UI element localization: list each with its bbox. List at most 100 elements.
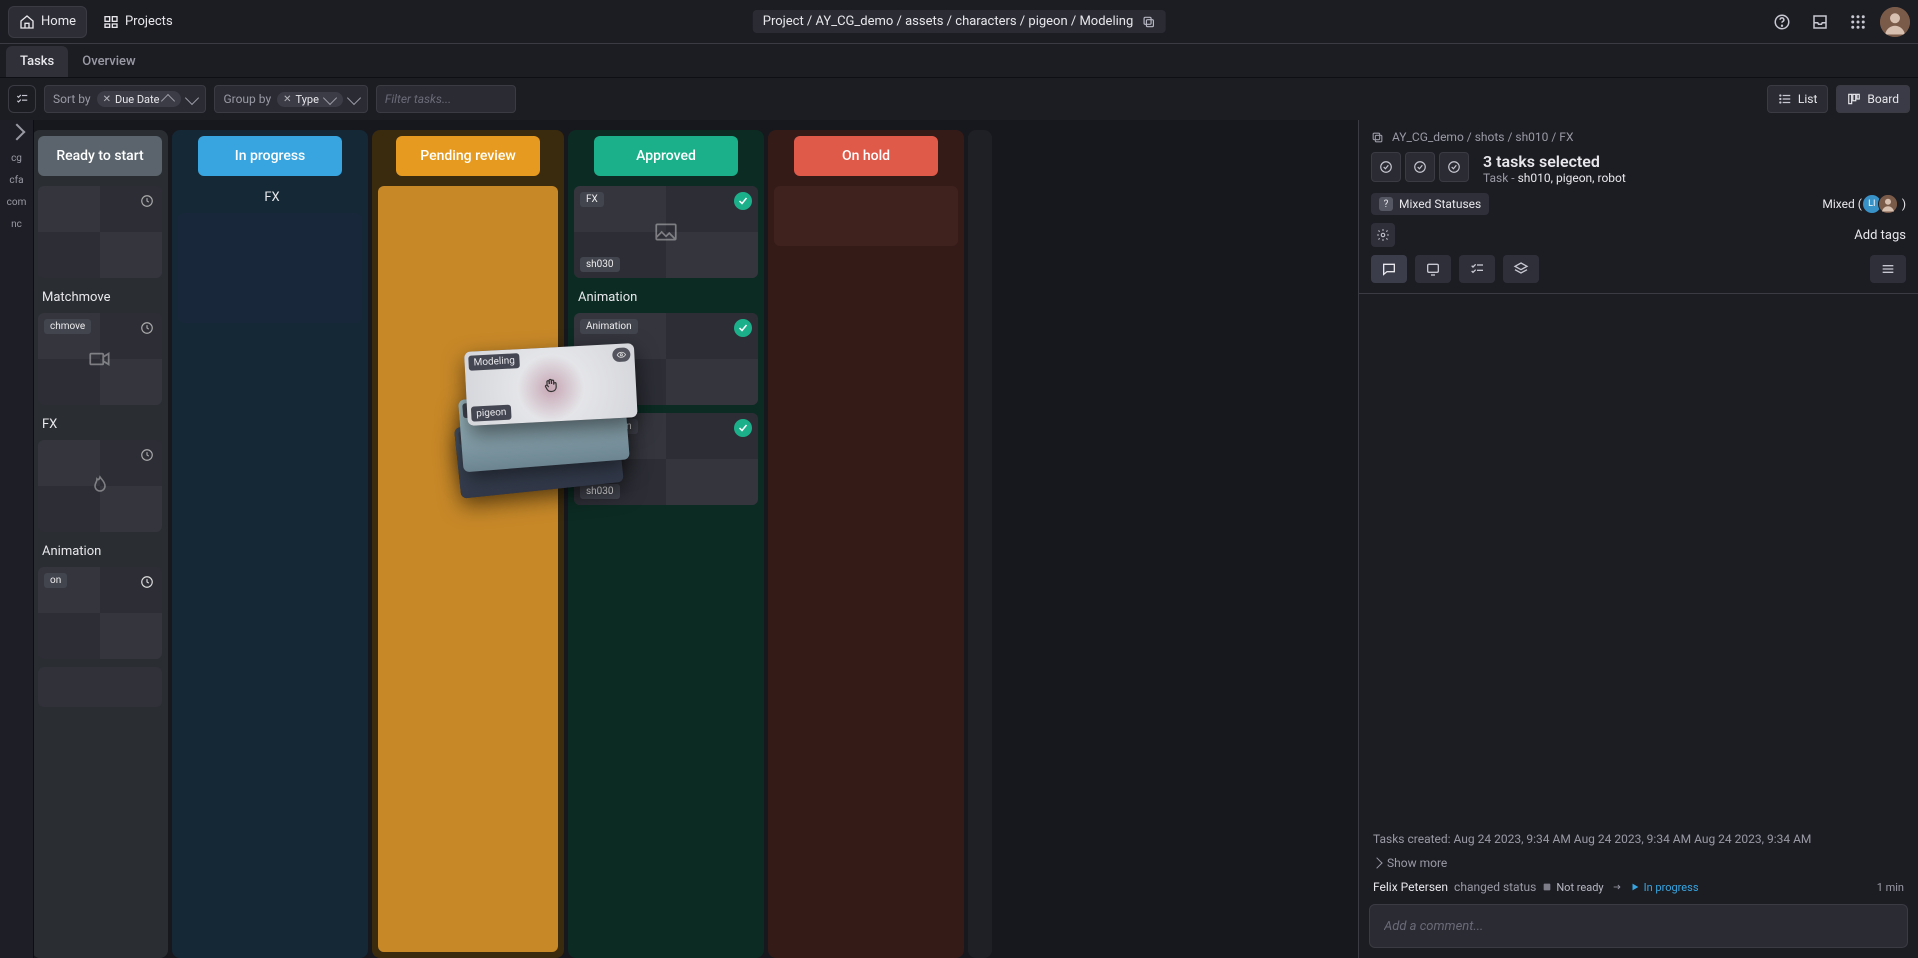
panel-menu-button[interactable] [1870,255,1906,283]
left-tag: cg [11,152,22,166]
inbox-button[interactable] [1804,6,1836,38]
board-label: Board [1867,92,1899,106]
task-line-label: Task - [1483,171,1515,185]
left-tag: cfa [9,174,23,188]
chevron-down-icon [347,91,361,105]
sort-by-button[interactable]: Sort by ✕ Due Date [44,85,206,113]
status-to: In progress [1630,881,1699,894]
checkbox-button[interactable] [1439,152,1469,182]
column-title: Ready to start [56,148,143,164]
camera-icon [87,346,113,372]
clock-icon [138,192,156,210]
checkbox-button[interactable] [1405,152,1435,182]
breadcrumb-text: Project / AY_CG_demo / assets / characte… [763,14,1134,29]
apps-button[interactable] [1842,6,1874,38]
drop-zone[interactable] [178,213,362,323]
board-view-button[interactable]: Board [1836,85,1910,113]
sort-pill: ✕ Due Date [97,91,182,107]
home-label: Home [41,14,76,29]
group-label: Animation [42,544,162,559]
close-icon[interactable]: ✕ [283,94,291,105]
select-mode-button[interactable] [8,85,36,113]
tab-comments[interactable] [1371,255,1407,283]
show-more-button[interactable]: Show more [1373,856,1904,870]
sort-pill-label: Due Date [115,93,159,106]
filter-input[interactable] [376,85,516,113]
tab-versions[interactable] [1503,255,1539,283]
check-group [1371,152,1469,182]
list-view-button[interactable]: List [1767,85,1829,113]
drop-zone-active[interactable] [378,186,558,952]
activity-line: Felix Petersen changed status Not ready … [1373,880,1904,894]
tab-checklist[interactable] [1459,255,1495,283]
status-from-label: Not ready [1556,881,1603,894]
help-button[interactable] [1766,6,1798,38]
clock-icon [138,573,156,591]
column-header: In progress [198,136,342,176]
add-tags-button[interactable]: Add tags [1854,228,1906,243]
group-by-button[interactable]: Group by ✕ Type [214,85,367,113]
check-icon [734,319,752,337]
activity-time: 1 min [1877,881,1904,894]
details-breadcrumb: AY_CG_demo / shots / sh010 / FX [1371,130,1906,144]
task-badge: sh020 [580,384,620,399]
more-actions-button[interactable] [1371,223,1395,247]
group-label: Matchmove [42,290,162,305]
sort-by-label: Sort by [53,92,91,106]
column-header: Pending review [396,136,540,176]
chevron-down-icon [323,91,337,105]
assignee-close: ) [1902,197,1906,211]
status-label: Mixed Statuses [1399,197,1481,211]
panel-tabs [1371,255,1906,283]
tab-tasks[interactable]: Tasks [6,46,68,77]
comment-box[interactable] [1369,904,1908,948]
top-nav: Home Projects Project / AY_CG_demo / ass… [0,0,1918,44]
task-card[interactable] [38,440,162,532]
list-label: List [1798,92,1818,106]
projects-button[interactable]: Projects [93,6,183,38]
assignee-label: Mixed ( [1822,197,1861,211]
task-card[interactable] [38,667,162,707]
left-strip: cg cfa com nc [0,120,34,958]
task-card[interactable]: FX sh030 [574,186,758,278]
breadcrumb[interactable]: Project / AY_CG_demo / assets / characte… [753,10,1166,33]
checkbox-button[interactable] [1371,152,1401,182]
task-card[interactable]: Animation sh030 [574,413,758,505]
task-card[interactable]: chmove [38,313,162,405]
column-header: Approved [594,136,738,176]
task-card[interactable]: on [38,567,162,659]
task-card[interactable] [38,186,162,278]
checklist-icon [15,92,29,106]
home-button[interactable]: Home [8,6,87,38]
column-progress: In progress FX [172,130,368,958]
copy-icon[interactable] [1141,15,1155,29]
copy-icon[interactable] [1371,131,1384,144]
layers-icon [1513,261,1529,277]
column-title: On hold [842,148,890,164]
task-card[interactable]: Animation sh020 [574,313,758,405]
apps-icon [1849,13,1867,31]
column-review: Pending review [372,130,564,958]
left-tag: com [7,196,27,210]
group-pill: ✕ Type [277,92,343,107]
checklist-icon [1469,261,1485,277]
comment-input[interactable] [1384,919,1893,934]
board-scroll[interactable]: Ready to start Matchmove chmove [34,120,1358,958]
task-thumbnail: Animation sh030 [574,413,758,505]
selected-count: 3 tasks selected [1483,152,1626,171]
close-icon[interactable]: ✕ [103,94,111,105]
column-overflow [968,130,992,958]
tab-overview[interactable]: Overview [68,46,149,77]
tab-activity[interactable] [1415,255,1451,283]
user-avatar[interactable] [1880,7,1910,37]
task-thumbnail [38,440,162,532]
tasks-created-meta: Tasks created: Aug 24 2023, 9:34 AM Aug … [1373,832,1904,846]
group-label: Animation [578,290,758,305]
toolbar: Sort by ✕ Due Date Group by ✕ Type List [0,78,1918,120]
drop-zone[interactable] [774,186,958,246]
status-pill[interactable]: ? Mixed Statuses [1371,193,1489,215]
avatar-stack[interactable]: LI [1866,194,1898,214]
expand-sidebar-button[interactable] [8,124,25,141]
projects-icon [103,14,119,30]
check-icon [734,192,752,210]
